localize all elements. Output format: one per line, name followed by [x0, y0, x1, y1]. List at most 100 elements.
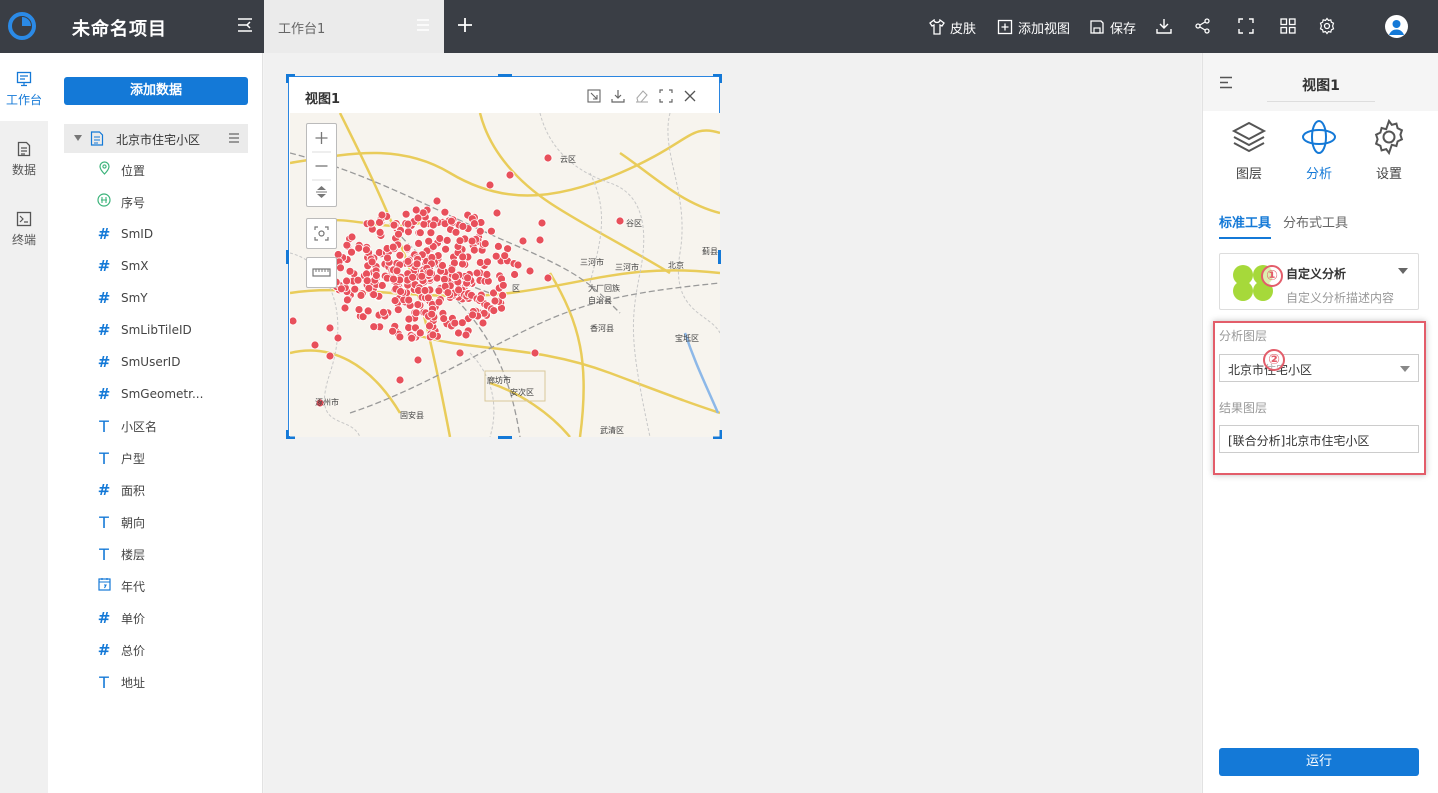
field-item[interactable]: # 总价 — [96, 640, 145, 660]
dropdown-caret-icon[interactable] — [1400, 366, 1410, 372]
map-marker[interactable] — [432, 196, 442, 206]
map-marker[interactable] — [513, 260, 523, 270]
map-svg[interactable]: 云区 谷区 三河市 三河市 大厂回族 自治县 香河县 宝坻区 蓟县 北京 廊坊市… — [290, 113, 720, 437]
map-marker[interactable] — [457, 318, 467, 328]
map-marker[interactable] — [411, 205, 421, 215]
map-view-card[interactable]: 视图1 云区 谷区 三河市 三河市 大厂回族 自治县 香河县 宝坻区 蓟县 北京… — [288, 76, 720, 437]
map-marker[interactable] — [377, 210, 387, 220]
subtab-standard-tools[interactable]: 标准工具 — [1219, 212, 1272, 239]
map-marker[interactable] — [467, 236, 477, 246]
field-item[interactable]: # SmUserID — [96, 352, 181, 372]
map-marker[interactable] — [454, 285, 464, 295]
map-marker[interactable] — [396, 287, 405, 296]
map-marker[interactable] — [395, 332, 405, 342]
user-avatar[interactable] — [1385, 15, 1408, 38]
settings-icon[interactable] — [1318, 17, 1336, 35]
map-marker[interactable] — [345, 266, 355, 276]
map-marker[interactable] — [442, 236, 452, 245]
map-marker[interactable] — [480, 239, 490, 249]
map-marker[interactable] — [407, 333, 417, 343]
close-icon[interactable] — [683, 89, 707, 105]
resize-handle-left[interactable] — [286, 250, 289, 264]
map-marker[interactable] — [404, 295, 414, 305]
map-marker[interactable] — [535, 235, 545, 245]
map-marker[interactable] — [388, 242, 398, 252]
map-marker[interactable] — [439, 314, 449, 324]
map-marker[interactable] — [543, 273, 553, 283]
add-view-button[interactable]: 添加视图 — [997, 17, 1070, 37]
map-marker[interactable] — [343, 295, 352, 305]
map-marker[interactable] — [404, 314, 414, 324]
eraser-icon[interactable] — [635, 89, 659, 105]
map-marker[interactable] — [388, 326, 397, 336]
map-marker[interactable] — [325, 323, 335, 333]
map-marker[interactable] — [486, 226, 496, 236]
collapse-sidebar-icon[interactable] — [236, 16, 254, 34]
dropdown-caret-icon[interactable] — [1398, 268, 1408, 274]
map-marker[interactable] — [366, 218, 376, 228]
map-marker[interactable] — [362, 245, 371, 255]
map-marker[interactable] — [325, 351, 335, 361]
share-icon[interactable] — [1194, 17, 1212, 35]
map-marker[interactable] — [337, 284, 346, 294]
map-marker[interactable] — [342, 276, 351, 286]
map-marker[interactable] — [353, 275, 363, 285]
save-button[interactable]: 保存 — [1089, 17, 1136, 37]
map-marker[interactable] — [490, 296, 500, 306]
map-marker[interactable] — [367, 257, 377, 267]
locate-button[interactable] — [306, 218, 337, 249]
zoom-in-icon[interactable] — [315, 132, 328, 144]
map-marker[interactable] — [395, 250, 405, 260]
field-item[interactable]: # 面积 — [96, 480, 145, 500]
map-marker[interactable] — [413, 213, 423, 223]
map-marker[interactable] — [408, 272, 417, 282]
map-marker[interactable] — [424, 236, 434, 246]
map-marker[interactable] — [458, 252, 468, 262]
export-image-icon[interactable] — [587, 89, 611, 105]
map-marker[interactable] — [498, 290, 508, 300]
map-marker[interactable] — [379, 307, 388, 317]
field-item[interactable]: # SmLibTileID — [96, 320, 192, 340]
add-data-button[interactable]: 添加数据 — [64, 77, 248, 105]
map-marker[interactable] — [340, 303, 350, 313]
map-marker[interactable] — [403, 219, 413, 229]
map-marker[interactable] — [310, 340, 320, 350]
map-marker[interactable] — [403, 256, 413, 266]
map-marker[interactable] — [438, 261, 447, 270]
resize-handle-right[interactable] — [718, 250, 721, 264]
map-marker[interactable] — [435, 234, 445, 243]
map-marker[interactable] — [450, 318, 460, 328]
map-marker[interactable] — [434, 286, 444, 296]
tab-layers[interactable]: 图层 — [1217, 119, 1281, 182]
map-marker[interactable] — [347, 247, 356, 257]
map-marker[interactable] — [498, 280, 508, 290]
map-marker[interactable] — [401, 209, 411, 219]
map-marker[interactable] — [434, 297, 444, 307]
map-marker[interactable] — [482, 269, 492, 279]
map-marker[interactable] — [469, 219, 479, 228]
map-marker[interactable] — [451, 227, 461, 237]
tab-menu-icon[interactable] — [416, 18, 430, 32]
map-marker[interactable] — [414, 238, 424, 248]
map-marker[interactable] — [518, 236, 528, 246]
map-marker[interactable] — [455, 236, 465, 246]
add-tab-icon[interactable] — [454, 14, 476, 36]
nav-item-workbench[interactable]: 工作台 — [0, 53, 48, 121]
field-item[interactable]: # SmY — [96, 288, 148, 308]
map-marker[interactable] — [441, 244, 451, 254]
map-marker[interactable] — [389, 220, 399, 230]
map-marker[interactable] — [404, 227, 413, 237]
nav-item-data[interactable]: 数据 — [0, 123, 48, 191]
map-marker[interactable] — [342, 240, 352, 250]
dataset-item[interactable]: 北京市住宅小区 — [64, 124, 248, 153]
map-marker[interactable] — [476, 294, 486, 304]
map-marker[interactable] — [426, 228, 436, 238]
map-marker[interactable] — [417, 271, 427, 281]
map-marker[interactable] — [425, 268, 435, 278]
map-marker[interactable] — [489, 306, 499, 316]
map-marker[interactable] — [493, 241, 503, 251]
nav-item-terminal[interactable]: 终端 — [0, 193, 48, 261]
map-marker[interactable] — [427, 309, 437, 319]
map-marker[interactable] — [350, 284, 360, 294]
tab-workbench-1[interactable]: 工作台1 — [264, 0, 444, 53]
